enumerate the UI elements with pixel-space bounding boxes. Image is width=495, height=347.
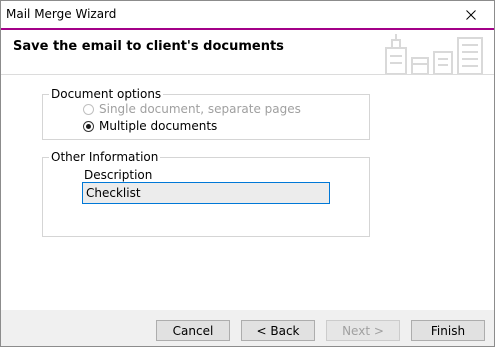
single-document-radio-option: Single document, separate pages [83, 102, 301, 116]
other-information-group: Other Information Description [42, 150, 370, 237]
window-title: Mail Merge Wizard [6, 7, 117, 21]
mail-merge-wizard-window: Mail Merge Wizard Save the email to clie… [0, 0, 495, 347]
other-information-legend: Other Information [49, 150, 161, 164]
wizard-footer: Cancel < Back Next > Finish [1, 310, 494, 346]
back-button[interactable]: < Back [241, 320, 315, 341]
page-title: Save the email to client's documents [13, 39, 284, 54]
close-button[interactable] [448, 1, 494, 28]
cancel-button[interactable]: Cancel [156, 320, 230, 341]
finish-button[interactable]: Finish [411, 320, 485, 341]
description-input[interactable] [82, 182, 330, 204]
wizard-content: Document options Single document, separa… [1, 74, 494, 311]
title-bar: Mail Merge Wizard [1, 1, 494, 28]
single-document-radio [83, 103, 94, 115]
multiple-documents-radio-option[interactable]: Multiple documents [83, 119, 217, 133]
close-icon [466, 9, 476, 20]
buildings-icon [385, 34, 483, 74]
wizard-header: Save the email to client's documents [1, 28, 494, 74]
multiple-documents-radio[interactable] [83, 120, 94, 132]
multiple-documents-label[interactable]: Multiple documents [99, 119, 217, 133]
document-options-group: Document options Single document, separa… [42, 87, 370, 140]
single-document-label: Single document, separate pages [99, 102, 301, 116]
description-label: Description [84, 168, 153, 182]
next-button: Next > [326, 320, 400, 341]
document-options-legend: Document options [49, 87, 164, 101]
